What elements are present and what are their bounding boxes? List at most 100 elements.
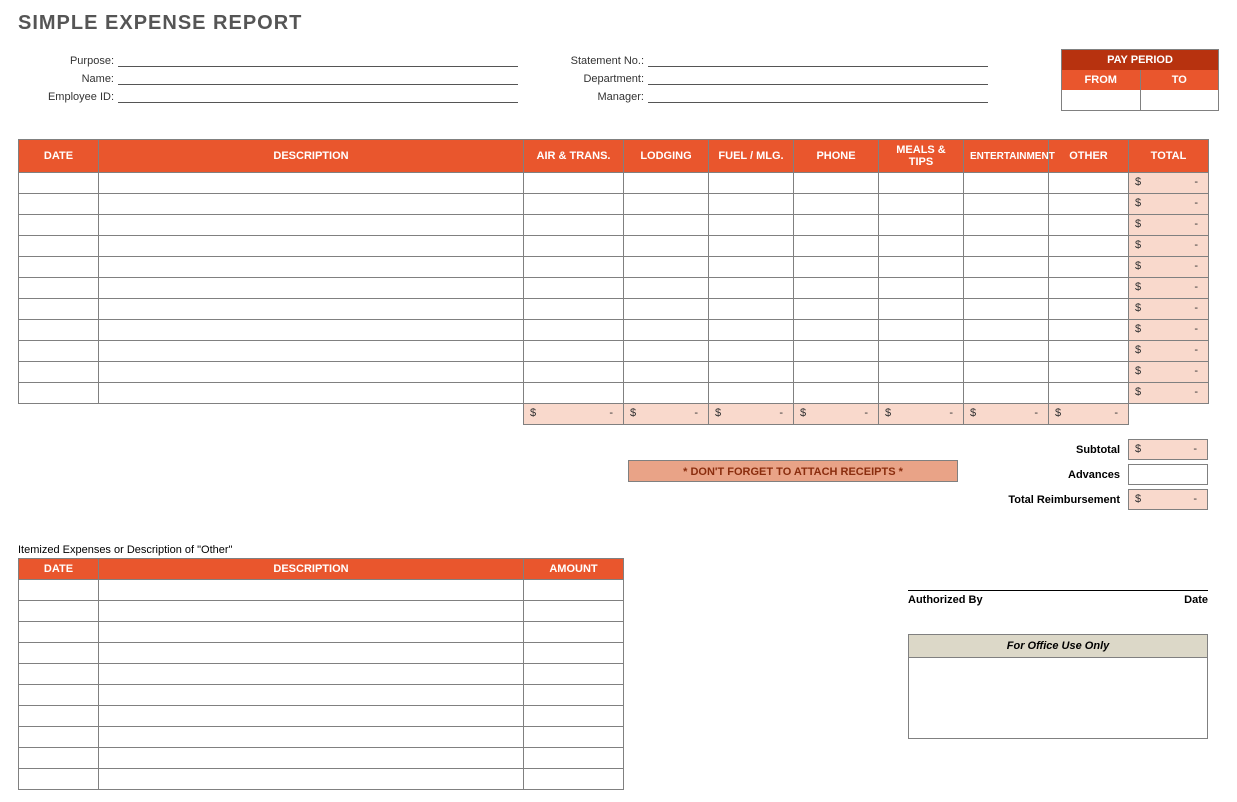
itemized-cell[interactable] [524, 664, 624, 685]
expense-cell[interactable] [709, 215, 794, 236]
itemized-cell[interactable] [99, 601, 524, 622]
itemized-cell[interactable] [99, 580, 524, 601]
itemized-cell[interactable] [524, 769, 624, 790]
expense-cell[interactable] [524, 215, 624, 236]
expense-cell[interactable] [19, 341, 99, 362]
expense-cell[interactable] [879, 194, 964, 215]
expense-cell[interactable] [1049, 257, 1129, 278]
expense-cell[interactable] [879, 299, 964, 320]
pay-period-from-field[interactable] [1062, 90, 1141, 110]
itemized-cell[interactable] [524, 727, 624, 748]
expense-cell[interactable] [19, 215, 99, 236]
expense-cell[interactable] [624, 215, 709, 236]
expense-cell[interactable] [794, 257, 879, 278]
expense-cell[interactable] [879, 341, 964, 362]
expense-cell[interactable] [99, 257, 524, 278]
expense-cell[interactable] [964, 236, 1049, 257]
expense-cell[interactable] [99, 320, 524, 341]
expense-cell[interactable] [624, 257, 709, 278]
expense-cell[interactable] [624, 299, 709, 320]
itemized-cell[interactable] [99, 769, 524, 790]
expense-cell[interactable] [794, 215, 879, 236]
name-field[interactable] [118, 69, 518, 85]
expense-cell[interactable] [964, 278, 1049, 299]
expense-cell[interactable] [879, 362, 964, 383]
itemized-cell[interactable] [19, 622, 99, 643]
itemized-cell[interactable] [19, 706, 99, 727]
expense-cell[interactable] [99, 362, 524, 383]
expense-cell[interactable] [524, 299, 624, 320]
expense-cell[interactable] [709, 236, 794, 257]
expense-cell[interactable] [709, 194, 794, 215]
purpose-field[interactable] [118, 51, 518, 67]
itemized-cell[interactable] [19, 769, 99, 790]
expense-cell[interactable] [524, 383, 624, 404]
expense-cell[interactable] [524, 173, 624, 194]
expense-cell[interactable] [19, 173, 99, 194]
expense-cell[interactable] [964, 383, 1049, 404]
itemized-cell[interactable] [524, 706, 624, 727]
expense-cell[interactable] [19, 362, 99, 383]
expense-cell[interactable] [794, 383, 879, 404]
expense-cell[interactable] [624, 236, 709, 257]
expense-cell[interactable] [879, 278, 964, 299]
expense-cell[interactable] [879, 257, 964, 278]
expense-cell[interactable] [964, 257, 1049, 278]
expense-cell[interactable] [879, 383, 964, 404]
statement-no-field[interactable] [648, 51, 988, 67]
itemized-cell[interactable] [524, 685, 624, 706]
expense-cell[interactable] [794, 341, 879, 362]
expense-cell[interactable] [1049, 299, 1129, 320]
expense-cell[interactable] [524, 278, 624, 299]
expense-cell[interactable] [19, 257, 99, 278]
itemized-cell[interactable] [19, 664, 99, 685]
expense-cell[interactable] [524, 236, 624, 257]
expense-cell[interactable] [879, 173, 964, 194]
itemized-cell[interactable] [19, 748, 99, 769]
expense-cell[interactable] [964, 341, 1049, 362]
expense-cell[interactable] [794, 278, 879, 299]
itemized-cell[interactable] [524, 601, 624, 622]
expense-cell[interactable] [709, 173, 794, 194]
itemized-cell[interactable] [99, 643, 524, 664]
itemized-cell[interactable] [19, 685, 99, 706]
itemized-cell[interactable] [19, 727, 99, 748]
expense-cell[interactable] [99, 383, 524, 404]
expense-cell[interactable] [794, 362, 879, 383]
expense-cell[interactable] [1049, 341, 1129, 362]
expense-cell[interactable] [1049, 173, 1129, 194]
itemized-cell[interactable] [99, 706, 524, 727]
expense-cell[interactable] [1049, 278, 1129, 299]
pay-period-to-field[interactable] [1141, 90, 1219, 110]
expense-cell[interactable] [99, 299, 524, 320]
expense-cell[interactable] [794, 320, 879, 341]
office-use-body[interactable] [909, 658, 1207, 738]
expense-cell[interactable] [879, 320, 964, 341]
expense-cell[interactable] [524, 257, 624, 278]
expense-cell[interactable] [99, 194, 524, 215]
expense-cell[interactable] [709, 341, 794, 362]
expense-cell[interactable] [99, 236, 524, 257]
expense-cell[interactable] [1049, 215, 1129, 236]
expense-cell[interactable] [624, 383, 709, 404]
itemized-cell[interactable] [524, 622, 624, 643]
expense-cell[interactable] [524, 362, 624, 383]
expense-cell[interactable] [709, 383, 794, 404]
itemized-cell[interactable] [99, 622, 524, 643]
expense-cell[interactable] [709, 320, 794, 341]
expense-cell[interactable] [964, 362, 1049, 383]
itemized-cell[interactable] [524, 643, 624, 664]
expense-cell[interactable] [1049, 236, 1129, 257]
expense-cell[interactable] [524, 194, 624, 215]
expense-cell[interactable] [99, 341, 524, 362]
expense-cell[interactable] [19, 299, 99, 320]
expense-cell[interactable] [624, 362, 709, 383]
itemized-cell[interactable] [19, 580, 99, 601]
itemized-cell[interactable] [19, 601, 99, 622]
expense-cell[interactable] [709, 299, 794, 320]
expense-cell[interactable] [19, 383, 99, 404]
expense-cell[interactable] [1049, 320, 1129, 341]
expense-cell[interactable] [624, 278, 709, 299]
itemized-cell[interactable] [99, 664, 524, 685]
expense-cell[interactable] [1049, 383, 1129, 404]
